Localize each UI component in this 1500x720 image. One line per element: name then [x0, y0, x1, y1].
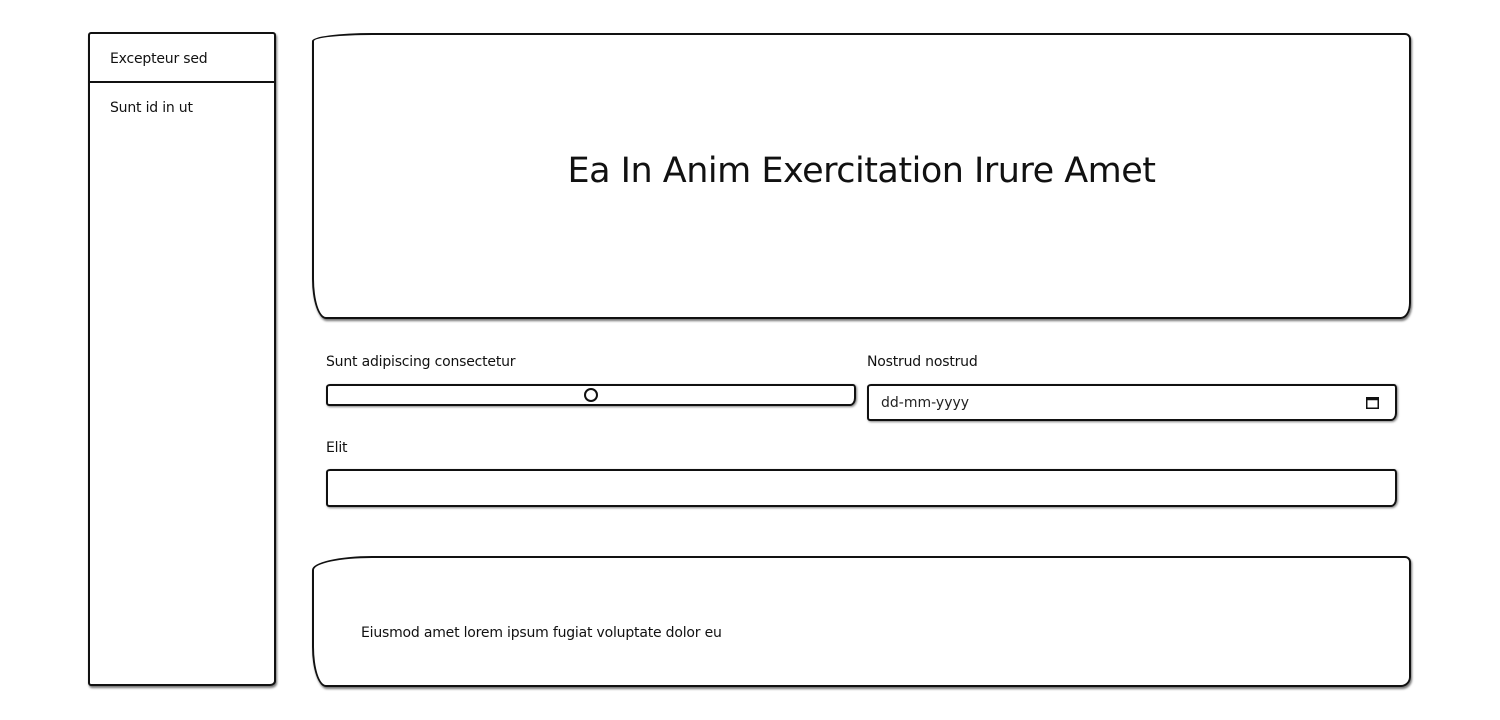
sidebar-item-sunt-id-in-ut[interactable]: Sunt id in ut: [90, 83, 274, 132]
footer-panel: Eiusmod amet lorem ipsum fugiat voluptat…: [312, 556, 1411, 687]
range-label: Sunt adipiscing consectetur: [326, 354, 516, 370]
date-placeholder: dd-mm-yyyy: [881, 395, 970, 411]
footer-text: Eiusmod amet lorem ipsum fugiat voluptat…: [361, 625, 722, 641]
page: Excepteur sed Sunt id in ut Ea In Anim E…: [0, 0, 1500, 720]
calendar-icon[interactable]: [1366, 397, 1379, 409]
hero-title: Ea In Anim Exercitation Irure Amet: [567, 151, 1156, 191]
sidebar-item-label: Excepteur sed: [110, 51, 208, 67]
sidebar: Excepteur sed Sunt id in ut: [88, 32, 276, 686]
text-label: Elit: [326, 440, 348, 456]
date-input[interactable]: dd-mm-yyyy: [867, 384, 1397, 421]
hero-panel: Ea In Anim Exercitation Irure Amet: [312, 33, 1411, 319]
date-label: Nostrud nostrud: [867, 354, 978, 370]
elit-text-input[interactable]: [326, 469, 1397, 507]
slider-thumb[interactable]: [584, 388, 598, 402]
range-slider[interactable]: [326, 384, 856, 406]
sidebar-item-label: Sunt id in ut: [110, 100, 193, 116]
sidebar-item-excepteur-sed[interactable]: Excepteur sed: [90, 34, 274, 83]
